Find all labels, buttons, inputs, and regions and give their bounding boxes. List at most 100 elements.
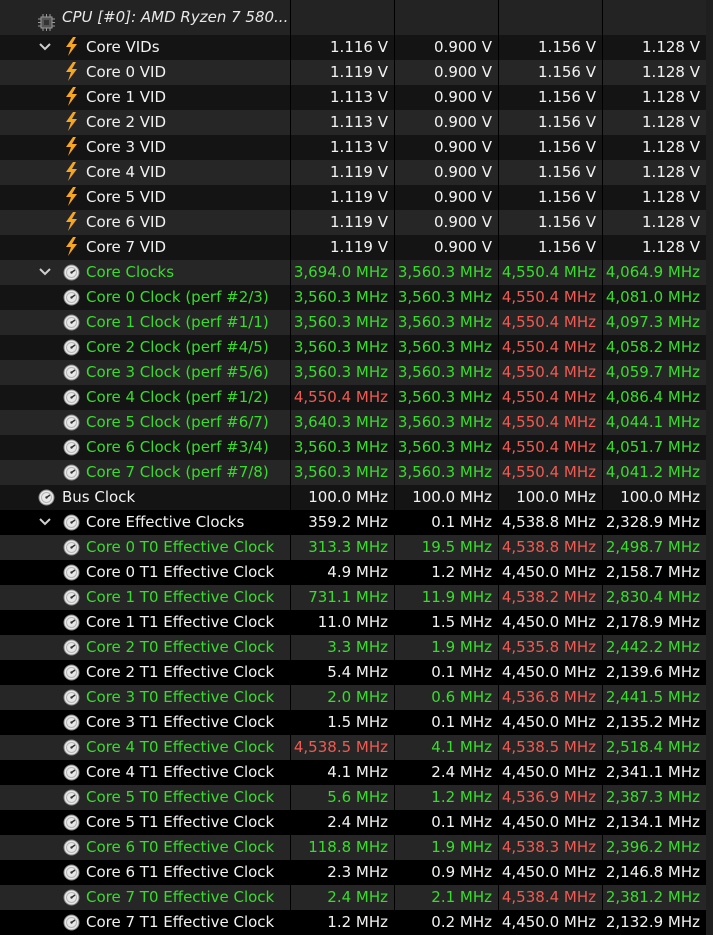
scrollbar-track[interactable] xyxy=(706,885,713,910)
sensor-row[interactable]: Core 3 T1 Effective Clock 1.5 MHz 0.1 MHz 4… xyxy=(0,710,713,735)
max-value: 4,450.0 MHz xyxy=(498,860,602,885)
sensor-row[interactable]: Core 7 T0 Effective Clock 2.4 MHz 2.1 MHz 4… xyxy=(0,885,713,910)
sensor-row[interactable]: Core Effective Clocks 359.2 MHz 0.1 MHz 4,5… xyxy=(0,510,713,535)
sensor-row[interactable]: Core 0 T0 Effective Clock 313.3 MHz 19.5 M… xyxy=(0,535,713,560)
sensor-row[interactable]: Core 1 T0 Effective Clock 731.1 MHz 11.9 M… xyxy=(0,585,713,610)
scrollbar-track[interactable] xyxy=(706,235,713,260)
scrollbar-track[interactable] xyxy=(706,185,713,210)
average-value: 2,396.2 MHz xyxy=(602,835,706,860)
max-value: 4,538.8 MHz xyxy=(498,535,602,560)
sensor-row[interactable]: Core 5 T1 Effective Clock 2.4 MHz 0.1 MHz 4… xyxy=(0,810,713,835)
sensor-row[interactable]: Bus Clock 100.0 MHz 100.0 MHz 100.0 MHz 100.… xyxy=(0,485,713,510)
scrollbar-track[interactable] xyxy=(706,310,713,335)
scrollbar-track[interactable] xyxy=(706,860,713,885)
current-value: 1.119 V xyxy=(290,235,394,260)
average-value: 4,059.7 MHz xyxy=(602,360,706,385)
scrollbar-track[interactable] xyxy=(706,685,713,710)
scrollbar-track[interactable] xyxy=(706,60,713,85)
scrollbar-track[interactable] xyxy=(706,560,713,585)
scrollbar-track[interactable] xyxy=(706,410,713,435)
sensor-row[interactable]: Core 4 VID 1.119 V 0.900 V 1.156 V 1.128 V xyxy=(0,160,713,185)
scrollbar-track[interactable] xyxy=(706,360,713,385)
sensor-row[interactable]: Core 5 T0 Effective Clock 5.6 MHz 1.2 MHz 4… xyxy=(0,785,713,810)
clock-gauge-icon xyxy=(63,639,80,656)
sensor-row[interactable]: Core 4 T0 Effective Clock 4,538.5 MHz 4.1 … xyxy=(0,735,713,760)
min-value: 3,560.3 MHz xyxy=(394,385,498,410)
scrollbar-track[interactable] xyxy=(706,660,713,685)
sensor-row[interactable]: Core 1 VID 1.113 V 0.900 V 1.156 V 1.128 V xyxy=(0,85,713,110)
current-value: 731.1 MHz xyxy=(290,585,394,610)
sensor-name-cell: Core 0 T1 Effective Clock xyxy=(0,560,290,585)
sensor-row[interactable]: Core 2 T0 Effective Clock 3.3 MHz 1.9 MHz 4… xyxy=(0,635,713,660)
sensor-row[interactable]: Core VIDs 1.116 V 0.900 V 1.156 V 1.128 V xyxy=(0,35,713,60)
scrollbar-track[interactable] xyxy=(706,85,713,110)
scrollbar-track[interactable] xyxy=(706,135,713,160)
scrollbar-track[interactable] xyxy=(706,535,713,560)
clock-gauge-icon xyxy=(63,689,80,706)
cpu-group-header[interactable]: CPU [#0]: AMD Ryzen 7 580... xyxy=(0,0,713,35)
scrollbar-track[interactable] xyxy=(706,760,713,785)
scrollbar-track[interactable] xyxy=(706,635,713,660)
scrollbar-track[interactable] xyxy=(706,35,713,60)
sensor-row[interactable]: Core 3 T0 Effective Clock 2.0 MHz 0.6 MHz 4… xyxy=(0,685,713,710)
sensor-row[interactable]: Core 4 T1 Effective Clock 4.1 MHz 2.4 MHz 4… xyxy=(0,760,713,785)
scrollbar-track[interactable] xyxy=(706,385,713,410)
scrollbar-track[interactable] xyxy=(706,510,713,535)
average-value: 2,134.1 MHz xyxy=(602,810,706,835)
max-value: 4,550.4 MHz xyxy=(498,385,602,410)
scrollbar-track[interactable] xyxy=(706,260,713,285)
sensor-row[interactable]: Core 3 Clock (perf #5/6) 3,560.3 MHz 3,560… xyxy=(0,360,713,385)
sensor-row[interactable]: Core 0 T1 Effective Clock 4.9 MHz 1.2 MHz 4… xyxy=(0,560,713,585)
sensor-name-cell: Core 3 VID xyxy=(0,135,290,160)
scrollbar-track[interactable] xyxy=(706,610,713,635)
sensor-row[interactable]: Core 1 T1 Effective Clock 11.0 MHz 1.5 MHz… xyxy=(0,610,713,635)
scrollbar-track[interactable] xyxy=(706,585,713,610)
sensor-row[interactable]: Core 6 VID 1.119 V 0.900 V 1.156 V 1.128 V xyxy=(0,210,713,235)
sensor-row[interactable]: Core 4 Clock (perf #1/2) 4,550.4 MHz 3,560… xyxy=(0,385,713,410)
scrollbar-track[interactable] xyxy=(706,910,713,935)
sensor-row[interactable]: Core 6 T1 Effective Clock 2.3 MHz 0.9 MHz 4… xyxy=(0,860,713,885)
scrollbar-track[interactable] xyxy=(706,160,713,185)
voltage-bolt-icon xyxy=(63,237,80,256)
scrollbar-track[interactable] xyxy=(706,285,713,310)
sensor-row[interactable]: Core 2 Clock (perf #4/5) 3,560.3 MHz 3,560… xyxy=(0,335,713,360)
scrollbar-track[interactable] xyxy=(706,435,713,460)
sensor-row[interactable]: Core 7 T1 Effective Clock 1.2 MHz 0.2 MHz 4… xyxy=(0,910,713,935)
current-value: 3,640.3 MHz xyxy=(290,410,394,435)
scrollbar-track[interactable] xyxy=(706,460,713,485)
scrollbar-track[interactable] xyxy=(706,485,713,510)
sensor-row[interactable]: Core 6 Clock (perf #3/4) 3,560.3 MHz 3,560… xyxy=(0,435,713,460)
scrollbar-track[interactable] xyxy=(706,335,713,360)
chevron-down-icon[interactable] xyxy=(37,510,53,535)
min-value: 19.5 MHz xyxy=(394,535,498,560)
sensor-row[interactable]: Core 1 Clock (perf #1/1) 3,560.3 MHz 3,560… xyxy=(0,310,713,335)
min-value: 3,560.3 MHz xyxy=(394,410,498,435)
sensor-name-cell: Core 5 T1 Effective Clock xyxy=(0,810,290,835)
clock-gauge-icon xyxy=(63,614,80,631)
sensor-row[interactable]: Core 0 VID 1.119 V 0.900 V 1.156 V 1.128 V xyxy=(0,60,713,85)
min-value: 3,560.3 MHz xyxy=(394,310,498,335)
chevron-down-icon[interactable] xyxy=(37,260,53,285)
sensor-row[interactable]: Core 2 VID 1.113 V 0.900 V 1.156 V 1.128 V xyxy=(0,110,713,135)
sensor-row[interactable]: Core 6 T0 Effective Clock 118.8 MHz 1.9 MH… xyxy=(0,835,713,860)
chevron-down-icon[interactable] xyxy=(37,35,53,60)
sensor-name-cell: Core 3 T0 Effective Clock xyxy=(0,685,290,710)
sensor-row[interactable]: Core 0 Clock (perf #2/3) 3,560.3 MHz 3,560… xyxy=(0,285,713,310)
sensor-row[interactable]: Core 7 VID 1.119 V 0.900 V 1.156 V 1.128 V xyxy=(0,235,713,260)
sensor-row[interactable]: Core 2 T1 Effective Clock 5.4 MHz 0.1 MHz 4… xyxy=(0,660,713,685)
min-value: 3,560.3 MHz xyxy=(394,285,498,310)
scrollbar-track[interactable] xyxy=(706,110,713,135)
sensor-row[interactable]: Core 5 VID 1.119 V 0.900 V 1.156 V 1.128 V xyxy=(0,185,713,210)
sensor-row[interactable]: Core 5 Clock (perf #6/7) 3,640.3 MHz 3,560… xyxy=(0,410,713,435)
sensor-row[interactable]: Core 3 VID 1.113 V 0.900 V 1.156 V 1.128 V xyxy=(0,135,713,160)
scrollbar-track[interactable] xyxy=(706,0,713,35)
sensor-row[interactable]: Core Clocks 3,694.0 MHz 3,560.3 MHz 4,550.4… xyxy=(0,260,713,285)
scrollbar-track[interactable] xyxy=(706,710,713,735)
scrollbar-track[interactable] xyxy=(706,210,713,235)
scrollbar-track[interactable] xyxy=(706,835,713,860)
scrollbar-track[interactable] xyxy=(706,810,713,835)
scrollbar-track[interactable] xyxy=(706,785,713,810)
sensor-label: Core 0 VID xyxy=(86,63,167,81)
scrollbar-track[interactable] xyxy=(706,735,713,760)
sensor-row[interactable]: Core 7 Clock (perf #7/8) 3,560.3 MHz 3,560… xyxy=(0,460,713,485)
